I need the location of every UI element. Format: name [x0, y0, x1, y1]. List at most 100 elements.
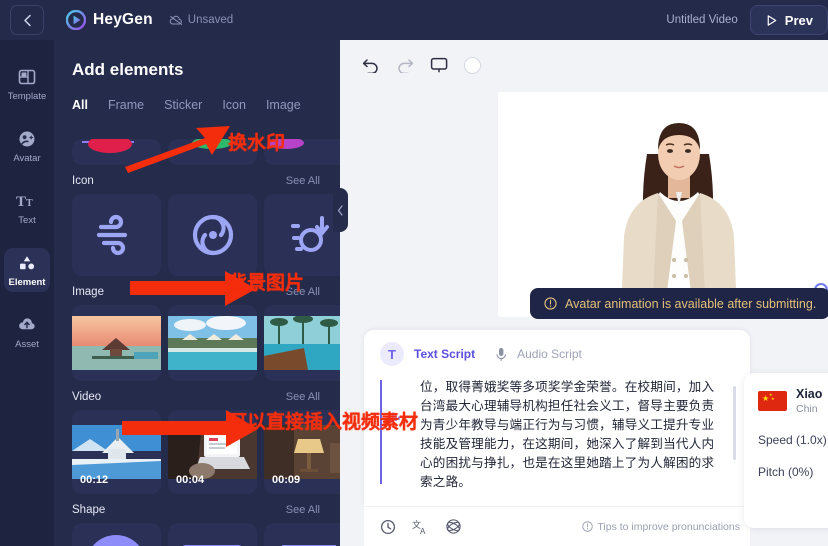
script-toolbar: 文 A Tips to improve pronunciations [364, 506, 750, 546]
document-title[interactable]: Untitled Video [666, 14, 737, 26]
icon-grid [54, 194, 340, 276]
back-button[interactable] [10, 5, 44, 35]
element-card-image-3[interactable] [264, 305, 340, 381]
warning-circle-icon [544, 297, 557, 310]
script-tabs: T Text Script Audio Script [364, 330, 750, 366]
panel-title: Add elements [72, 60, 184, 79]
cloud-upload-icon [19, 318, 35, 330]
see-all-shape[interactable]: See All [286, 504, 320, 516]
element-card-sun-rain[interactable] [264, 194, 340, 276]
tab-sticker[interactable]: Sticker [164, 98, 202, 112]
tab-text-script[interactable]: Text Script [414, 347, 475, 361]
element-icon [20, 256, 35, 270]
script-body[interactable]: 位，取得菁娥奖等多项奖学金荣誉。在校期间，加入台湾最大心理辅导机构担任社会义工，… [380, 378, 738, 506]
microphone-icon [496, 347, 507, 361]
sticker-purple-icon [268, 139, 304, 149]
sticker-thumb[interactable] [264, 139, 340, 165]
video-thumb-lamp-room [264, 425, 340, 479]
section-header-video: Video See All [54, 391, 340, 403]
voice-name: Xiao [796, 387, 823, 401]
rail-item-asset[interactable]: Asset [4, 310, 50, 354]
shape-grid [54, 523, 340, 546]
rail-item-template-label: Template [7, 91, 47, 102]
wind-icon [96, 214, 127, 256]
template-icon [18, 69, 36, 85]
video-duration: 00:09 [272, 474, 301, 486]
panel-scroll-area[interactable]: Icon See All Image See All Video See All… [54, 132, 340, 546]
ai-sparkle-icon [446, 519, 461, 534]
sticker-green-icon [192, 139, 232, 149]
hurricane-icon [192, 214, 233, 256]
ai-button[interactable] [445, 518, 462, 535]
tab-icon[interactable]: Icon [222, 98, 246, 112]
brand[interactable]: HeyGen [65, 9, 153, 31]
see-all-video[interactable]: See All [286, 391, 320, 403]
waveform-icon [386, 412, 400, 424]
script-text[interactable]: 位，取得菁娥奖等多项奖学金荣誉。在校期间，加入台湾最大心理辅导机构担任社会义工，… [420, 378, 716, 506]
tab-audio-script[interactable]: Audio Script [517, 347, 582, 361]
female-avatar-beige-blazer [498, 92, 828, 317]
shape-rounded-rect-icon [182, 545, 242, 546]
info-circle-icon [582, 521, 594, 532]
element-card-shape-circle[interactable] [72, 523, 161, 546]
element-card-video-2[interactable]: 00:04 [168, 410, 257, 494]
svg-text:T: T [16, 194, 26, 210]
video-duration: 00:12 [80, 474, 109, 486]
translate-button[interactable]: 文 A [412, 519, 429, 535]
translate-icon: 文 A [412, 519, 426, 535]
section-title-video: Video [72, 391, 102, 403]
save-status: Unsaved [169, 14, 233, 26]
section-header-shape: Shape See All [54, 504, 340, 516]
video-thumb-laptop [168, 425, 257, 479]
text-script-icon: T [380, 342, 404, 366]
see-all-image[interactable]: See All [286, 286, 320, 298]
video-duration: 00:04 [176, 474, 205, 486]
rail-item-avatar[interactable]: Avatar [4, 124, 50, 168]
see-all-icon[interactable]: See All [286, 175, 320, 187]
display-button[interactable] [430, 57, 448, 73]
rail-item-template[interactable]: Template [4, 62, 50, 106]
voice-card[interactable]: ★ ★ ★ Xiao Chin Speed (1.0x) Pitch (0%) [744, 373, 828, 528]
undo-button[interactable] [362, 57, 380, 73]
sticker-thumb[interactable] [168, 139, 257, 165]
tab-frame[interactable]: Frame [108, 98, 144, 112]
background-color-swatch[interactable] [464, 56, 481, 74]
element-card-hurricane[interactable] [168, 194, 257, 276]
element-card-video-3[interactable]: 00:09 [264, 410, 340, 494]
element-card-wind[interactable] [72, 194, 161, 276]
element-card-video-1[interactable]: 00:12 [72, 410, 161, 494]
avatar-toast: Avatar animation is available after subm… [530, 288, 828, 319]
script-scrollbar[interactable] [733, 386, 736, 460]
top-bar: HeyGen Unsaved Untitled Video Prev [0, 0, 828, 40]
history-button[interactable] [380, 519, 396, 535]
element-card-shape-rounded-rect[interactable] [168, 523, 257, 546]
element-card-shape-square[interactable] [264, 523, 340, 546]
section-title-image: Image [72, 286, 104, 298]
redo-button[interactable] [396, 57, 414, 73]
svg-text:T: T [26, 198, 33, 209]
top-bar-right: Untitled Video Prev [666, 5, 828, 35]
tab-image[interactable]: Image [266, 98, 301, 112]
element-card-image-1[interactable] [72, 305, 161, 381]
video-canvas[interactable] [498, 92, 828, 317]
voice-language: Chin [796, 403, 818, 415]
preview-button[interactable]: Prev [749, 5, 828, 35]
video-thumb-snow-house [72, 425, 161, 479]
editor-toolbar [340, 40, 828, 90]
element-card-image-2[interactable] [168, 305, 257, 381]
rail-item-text[interactable]: T T Text [4, 186, 50, 230]
voice-speed[interactable]: Speed (1.0x) [758, 433, 828, 447]
tab-all[interactable]: All [72, 98, 88, 112]
shape-circle-icon [92, 535, 140, 546]
rail-item-element[interactable]: Element [4, 248, 50, 292]
sticker-thumb[interactable] [72, 139, 161, 165]
image-thumb-sunset-lagoon [72, 316, 161, 370]
pronunciation-tips[interactable]: Tips to improve pronunciations [582, 521, 740, 533]
voice-pitch[interactable]: Pitch (0%) [758, 465, 828, 479]
china-flag-icon: ★ ★ ★ [758, 391, 787, 411]
text-icon: T T [16, 194, 33, 210]
panel-collapse-button[interactable] [333, 188, 348, 232]
shape-square-icon [282, 545, 336, 546]
script-accent-bar [380, 380, 382, 484]
rail-item-asset-label: Asset [15, 339, 39, 350]
